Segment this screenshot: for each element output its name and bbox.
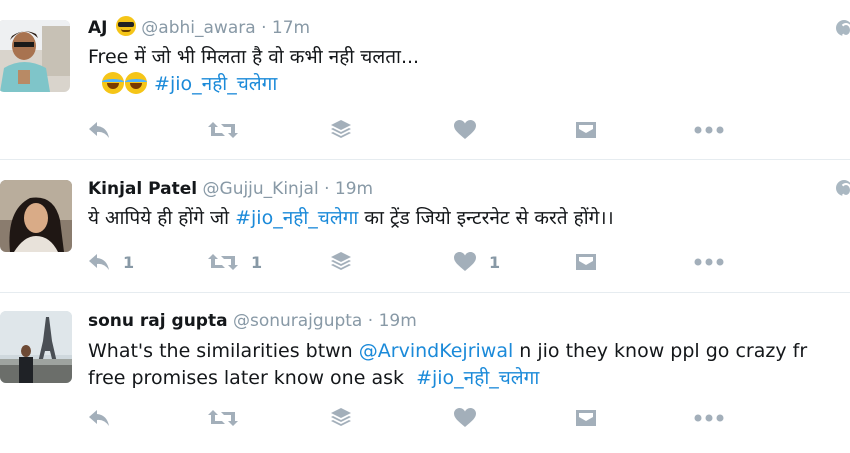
direct-message-button[interactable]	[576, 406, 596, 430]
more-button[interactable]	[694, 250, 724, 274]
mention-link[interactable]: @ArvindKejriwal	[359, 340, 513, 362]
globe-icon	[836, 180, 850, 197]
tweet-actions	[88, 118, 738, 142]
tweet-text-segment: ये आपिये ही होंगे जो	[88, 207, 236, 229]
laughing-emoji-icon	[125, 72, 147, 94]
heart-icon	[454, 252, 476, 271]
moments-button[interactable]	[330, 118, 352, 142]
tweet[interactable]: AJ @abhi_awara · 17m Free में जो भी मिलत…	[0, 0, 850, 160]
reply-button[interactable]: 1	[88, 250, 134, 274]
message-icon	[576, 410, 596, 426]
separator: ·	[324, 179, 330, 199]
moments-button[interactable]	[330, 250, 352, 274]
more-icon	[694, 258, 724, 266]
retweet-count: 1	[251, 252, 263, 272]
direct-message-button[interactable]	[576, 250, 596, 274]
hashtag-link[interactable]: #jio_नही_चलेगा	[235, 207, 358, 229]
tweet-header: AJ @abhi_awara · 17m	[88, 16, 310, 39]
reply-button[interactable]	[88, 406, 123, 430]
tweet-text-segment: What's the similarities btwn	[88, 340, 359, 362]
timestamp[interactable]: 19m	[379, 311, 417, 331]
tweet[interactable]: sonu raj gupta @sonurajgupta · 19m What'…	[0, 293, 850, 453]
author-name[interactable]: sonu raj gupta	[88, 311, 228, 331]
author-handle[interactable]: @Gujju_Kinjal	[203, 179, 319, 199]
moments-button[interactable]	[330, 406, 352, 430]
tweet-text: ये आपिये ही होंगे जो #jio_नही_चलेगा का ट…	[88, 205, 842, 232]
retweet-icon	[208, 254, 238, 270]
heart-icon	[454, 120, 476, 139]
layers-icon	[331, 120, 351, 138]
laughing-emoji-icon	[102, 72, 124, 94]
heart-icon	[454, 408, 476, 427]
tweet-header: sonu raj gupta @sonurajgupta · 19m	[88, 310, 417, 332]
author-name[interactable]: AJ	[88, 18, 107, 38]
reply-icon	[89, 122, 109, 138]
like-button[interactable]	[454, 118, 489, 142]
retweet-button[interactable]	[208, 118, 251, 142]
tweet-text: What's the similarities btwn @ArvindKejr…	[88, 338, 842, 392]
reply-icon	[89, 410, 109, 426]
like-button[interactable]: 1	[454, 250, 500, 274]
tweet-actions	[88, 406, 738, 430]
message-icon	[576, 254, 596, 270]
avatar[interactable]	[0, 180, 72, 252]
retweet-icon	[208, 410, 238, 426]
tweet-header: Kinjal Patel @Gujju_Kinjal · 19m	[88, 178, 373, 200]
tweet-actions: 1 1 1	[88, 250, 738, 274]
direct-message-button[interactable]	[576, 118, 596, 142]
retweet-icon	[208, 122, 238, 138]
more-icon	[694, 126, 724, 134]
hashtag-link[interactable]: #jio_नही_चलेगा	[416, 367, 539, 389]
author-handle[interactable]: @sonurajgupta	[233, 311, 362, 331]
tweet-text: Free में जो भी मिलता है वो कभी नही चलता.…	[88, 44, 842, 98]
author-handle[interactable]: @abhi_awara	[141, 18, 255, 38]
retweet-button[interactable]	[208, 406, 251, 430]
tweet-text-line: Free में जो भी मिलता है वो कभी नही चलता.…	[88, 46, 420, 68]
reply-count: 1	[123, 252, 135, 272]
message-icon	[576, 122, 596, 138]
layers-icon	[331, 408, 351, 426]
more-button[interactable]	[694, 406, 724, 430]
separator: ·	[261, 18, 267, 38]
reply-button[interactable]	[88, 118, 123, 142]
layers-icon	[331, 252, 351, 270]
separator: ·	[367, 311, 374, 331]
avatar[interactable]	[0, 311, 72, 383]
like-button[interactable]	[454, 406, 489, 430]
tweet-text-line: #jio_नही_चलेगा	[88, 71, 842, 98]
timestamp[interactable]: 19m	[335, 179, 373, 199]
tweet-feed: AJ @abhi_awara · 17m Free में जो भी मिलत…	[0, 0, 850, 453]
more-button[interactable]	[694, 118, 724, 142]
retweet-button[interactable]: 1	[208, 250, 262, 274]
tweet[interactable]: Kinjal Patel @Gujju_Kinjal · 19m ये आपिय…	[0, 160, 850, 293]
like-count: 1	[489, 252, 501, 272]
globe-icon	[836, 20, 850, 37]
hashtag-link[interactable]: #jio_नही_चलेगा	[154, 73, 277, 95]
tweet-text-segment: का ट्रेंड जियो इन्टरनेट से करते होंगे।।	[358, 207, 614, 229]
more-icon	[694, 414, 724, 422]
reply-icon	[89, 254, 109, 270]
sunglasses-emoji-icon	[115, 16, 136, 36]
author-name[interactable]: Kinjal Patel	[88, 179, 197, 199]
avatar[interactable]	[0, 20, 70, 92]
timestamp[interactable]: 17m	[272, 18, 310, 38]
